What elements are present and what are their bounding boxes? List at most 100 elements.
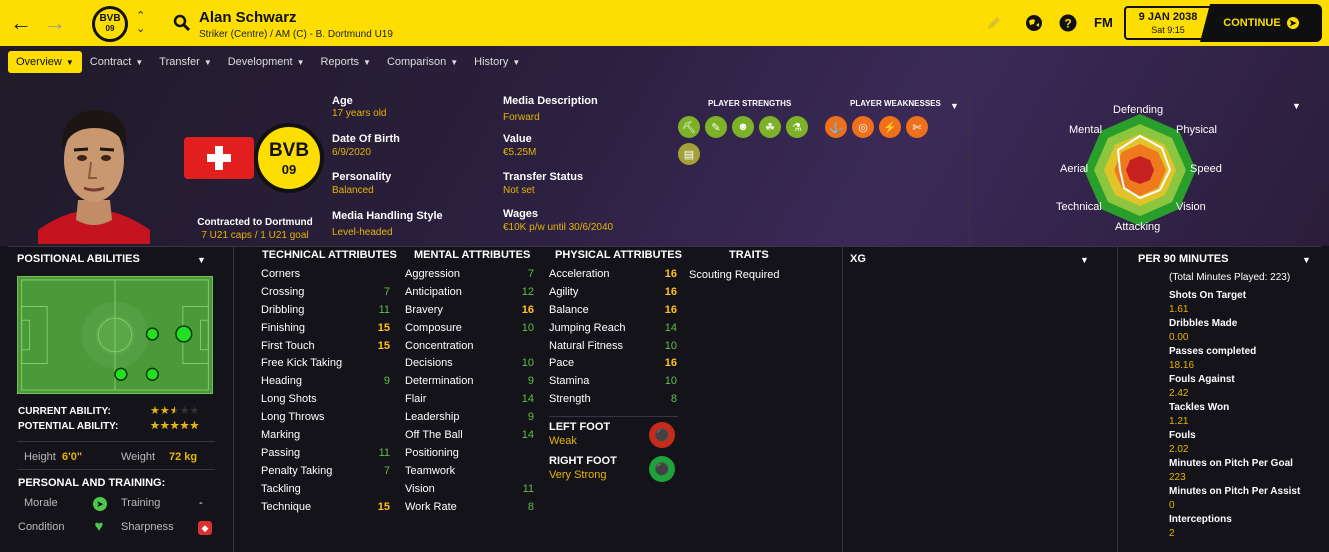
attribute-name: Passing bbox=[261, 446, 301, 459]
whistle-icon[interactable]: ⚓ bbox=[825, 116, 847, 138]
attribute-row[interactable]: Strength 8 bbox=[549, 390, 677, 408]
search-icon[interactable] bbox=[172, 13, 192, 33]
attribute-row[interactable]: Jumping Reach 14 bbox=[549, 319, 677, 337]
club-switch-icon[interactable]: ⌃ ⌄ bbox=[136, 10, 145, 36]
attribute-name: Long Throws bbox=[261, 411, 325, 424]
radar-label-aerial: Aerial bbox=[1060, 163, 1089, 175]
chevron-down-icon[interactable]: ▼ bbox=[1080, 255, 1089, 265]
chevron-down-icon[interactable]: ▼ bbox=[950, 101, 959, 111]
date-box[interactable]: 9 JAN 2038 Sat 9:15 bbox=[1124, 6, 1212, 40]
attribute-row[interactable]: Anticipation 12 bbox=[405, 283, 534, 301]
attribute-row[interactable]: Bravery 16 bbox=[405, 301, 534, 319]
left-foot-value: Weak bbox=[549, 435, 577, 447]
boot-icon[interactable]: ⛏ bbox=[678, 116, 700, 138]
tab-comparison[interactable]: Comparison ▼ bbox=[379, 51, 466, 73]
attribute-name: Tackling bbox=[261, 482, 301, 495]
attribute-row[interactable]: Balance 16 bbox=[549, 301, 677, 319]
back-arrow-icon[interactable]: ← bbox=[10, 10, 32, 36]
attribute-row[interactable]: Determination 9 bbox=[405, 372, 534, 390]
attribute-row[interactable]: Pace 16 bbox=[549, 354, 677, 372]
attribute-row[interactable]: Work Rate 8 bbox=[405, 498, 534, 516]
attribute-row[interactable]: Heading 9 bbox=[261, 372, 390, 390]
tab-history[interactable]: History ▼ bbox=[466, 51, 528, 73]
attribute-row[interactable]: Technique 15 bbox=[261, 498, 390, 516]
forward-arrow-icon[interactable]: → bbox=[44, 10, 66, 36]
tab-contract[interactable]: Contract ▼ bbox=[82, 51, 152, 73]
tab-overview[interactable]: Overview ▼ bbox=[8, 51, 82, 73]
attribute-row[interactable]: Teamwork bbox=[405, 462, 534, 480]
club-crest-year: 09 bbox=[281, 161, 297, 177]
attribute-name: Stamina bbox=[549, 375, 590, 388]
attribute-name: Aggression bbox=[405, 267, 461, 280]
attribute-name: Composure bbox=[405, 321, 462, 334]
target-icon[interactable]: ◎ bbox=[852, 116, 874, 138]
attribute-row[interactable]: Passing 11 bbox=[261, 444, 390, 462]
ankle-icon[interactable]: ✄ bbox=[906, 116, 928, 138]
head-icon[interactable]: ☻ bbox=[732, 116, 754, 138]
attribute-row[interactable]: Composure 10 bbox=[405, 319, 534, 337]
attribute-row[interactable]: First Touch 15 bbox=[261, 337, 390, 355]
attribute-name: Positioning bbox=[405, 446, 459, 459]
chevron-down-icon[interactable]: ▼ bbox=[1292, 101, 1301, 111]
attribute-row[interactable]: Long Throws bbox=[261, 408, 390, 426]
attribute-row[interactable]: Concentration bbox=[405, 337, 534, 355]
attribute-row[interactable]: Leadership 9 bbox=[405, 408, 534, 426]
transfer-value: Not set bbox=[503, 185, 535, 196]
attribute-row[interactable]: Stamina 10 bbox=[549, 372, 677, 390]
leg-icon[interactable]: ✎ bbox=[705, 116, 727, 138]
chevron-down-icon: ▼ bbox=[65, 58, 74, 67]
attribute-row[interactable]: Aggression 7 bbox=[405, 265, 534, 283]
right-foot-label: RIGHT FOOT bbox=[549, 455, 617, 467]
attribute-row[interactable]: Decisions 10 bbox=[405, 354, 534, 372]
attribute-row[interactable]: Flair 14 bbox=[405, 390, 534, 408]
help-icon[interactable]: ? bbox=[1058, 13, 1078, 33]
club-badge-icon[interactable]: BVB 09 bbox=[92, 6, 128, 42]
attribute-row[interactable]: Long Shots bbox=[261, 390, 390, 408]
fm-logo[interactable]: FM bbox=[1094, 15, 1113, 30]
attribute-row[interactable]: Crossing 7 bbox=[261, 283, 390, 301]
attribute-row[interactable]: Free Kick Taking bbox=[261, 354, 390, 372]
document-icon[interactable]: ▤ bbox=[678, 143, 700, 165]
attribute-value: 8 bbox=[670, 393, 677, 406]
attribute-row[interactable]: Agility 16 bbox=[549, 283, 677, 301]
position-pitch[interactable] bbox=[17, 276, 213, 394]
attribute-name: Teamwork bbox=[405, 464, 456, 477]
media-desc-value: Forward bbox=[503, 112, 540, 123]
tab-transfer[interactable]: Transfer ▼ bbox=[151, 51, 219, 73]
player-portrait bbox=[38, 110, 150, 244]
attribute-value: 7 bbox=[383, 464, 390, 477]
flask-icon[interactable]: ⚗ bbox=[786, 116, 808, 138]
tab-development[interactable]: Development ▼ bbox=[220, 51, 313, 73]
edit-pencil-icon[interactable] bbox=[984, 13, 1004, 33]
attribute-row[interactable]: Dribbling 11 bbox=[261, 301, 390, 319]
continue-button[interactable]: CONTINUE ➤ bbox=[1200, 4, 1322, 42]
chevron-down-icon[interactable]: ▼ bbox=[1302, 255, 1311, 265]
contract-line: Contracted to Dortmund bbox=[197, 217, 313, 228]
attribute-name: Decisions bbox=[405, 357, 453, 370]
attribute-row[interactable]: Natural Fitness 10 bbox=[549, 337, 677, 355]
attribute-row[interactable]: Vision 11 bbox=[405, 480, 534, 498]
attribute-row[interactable]: Marking bbox=[261, 426, 390, 444]
attribute-row[interactable]: Tackling bbox=[261, 480, 390, 498]
attribute-row[interactable]: Penalty Taking 7 bbox=[261, 462, 390, 480]
chevron-down-icon[interactable]: ▼ bbox=[197, 255, 206, 265]
leg-strain-icon[interactable]: ⚡ bbox=[879, 116, 901, 138]
feet-icon[interactable]: ☘ bbox=[759, 116, 781, 138]
attribute-name: Free Kick Taking bbox=[261, 357, 343, 370]
attribute-row[interactable]: Positioning bbox=[405, 444, 534, 462]
attribute-row[interactable]: Acceleration 16 bbox=[549, 265, 677, 283]
globe-icon[interactable] bbox=[1024, 13, 1044, 33]
switzerland-flag[interactable] bbox=[184, 137, 254, 179]
attribute-name: Jumping Reach bbox=[549, 321, 626, 334]
attribute-row[interactable]: Corners bbox=[261, 265, 390, 283]
club-crest[interactable]: BVB 09 bbox=[254, 123, 324, 193]
tab-reports[interactable]: Reports ▼ bbox=[312, 51, 378, 73]
left-panel-divider bbox=[233, 247, 234, 552]
attribute-row[interactable]: Finishing 15 bbox=[261, 319, 390, 337]
transfer-label: Transfer Status bbox=[503, 171, 584, 183]
play-arrow-icon: ➤ bbox=[1286, 17, 1299, 29]
tab-label: History bbox=[474, 56, 509, 68]
mental-attributes: Aggression 7 Anticipation 12 Bravery 16 Com… bbox=[405, 265, 534, 515]
per90-stat-label: Dribbles Made bbox=[1169, 318, 1238, 329]
attribute-row[interactable]: Off The Ball 14 bbox=[405, 426, 534, 444]
